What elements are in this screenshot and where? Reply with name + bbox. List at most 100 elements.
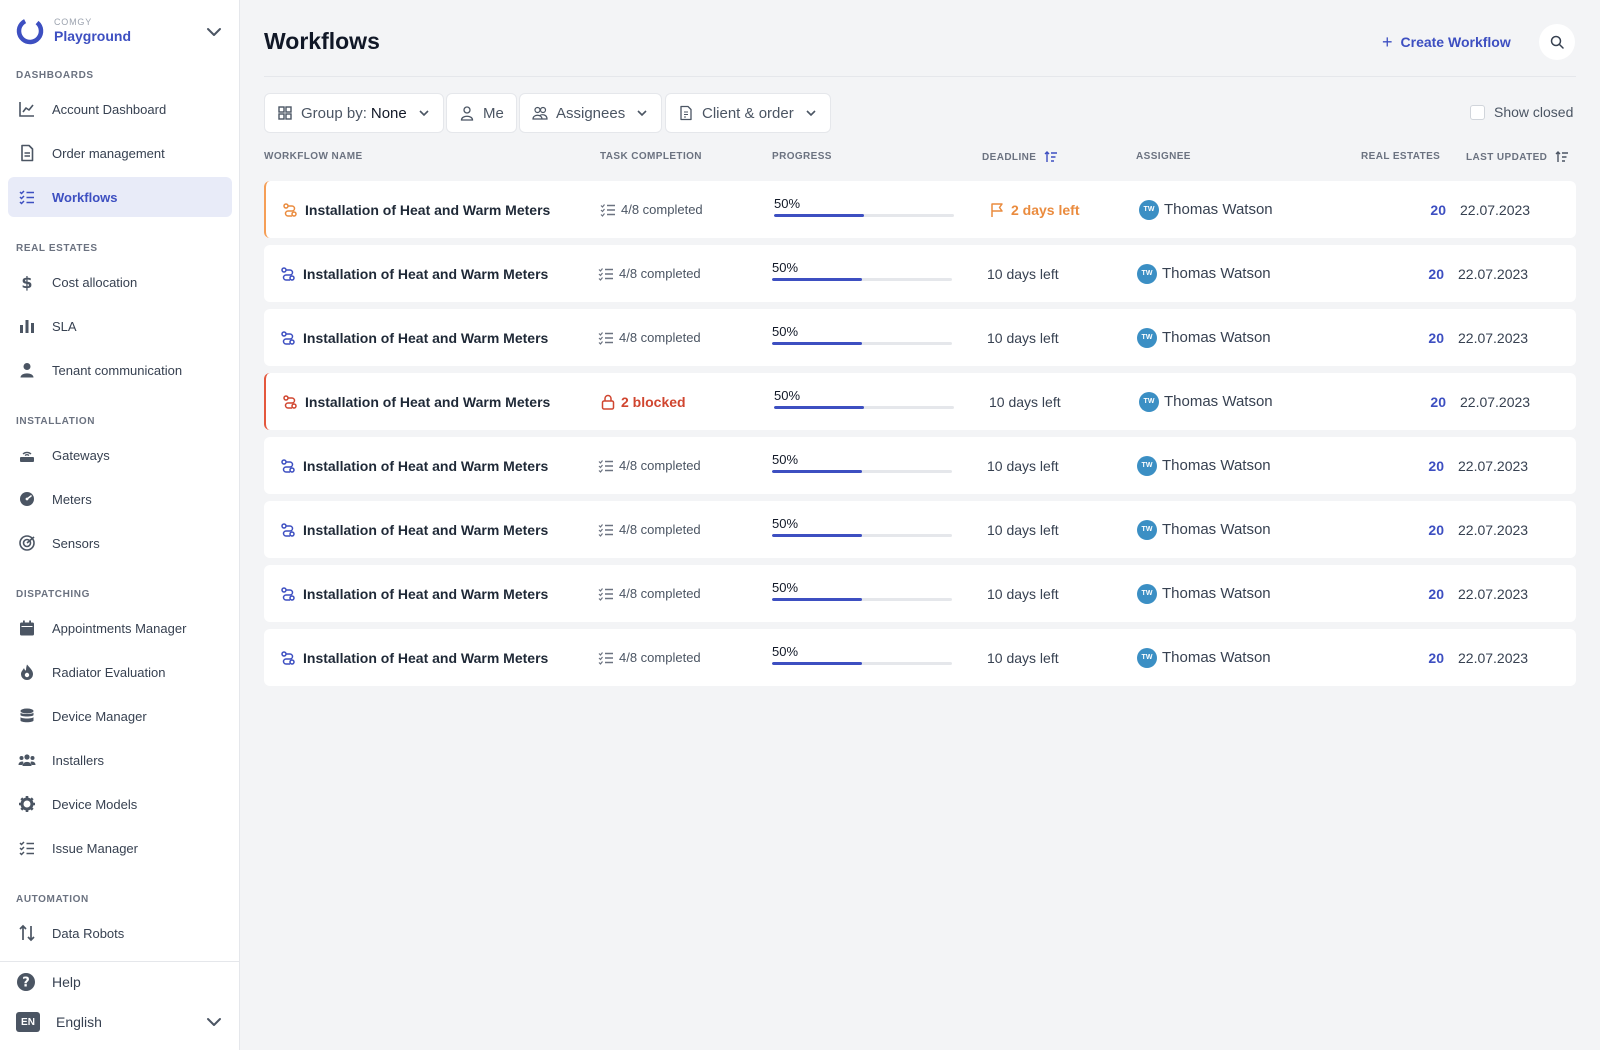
progress-fill — [772, 534, 862, 537]
sidebar-item-appointments-manager[interactable]: Appointments Manager — [8, 608, 232, 648]
assignees-dropdown[interactable]: Assignees — [519, 93, 663, 133]
group-by-dropdown[interactable]: Group by: None — [264, 93, 444, 133]
task-completion: 4/8 completed — [598, 437, 701, 494]
sidebar-item-sensors[interactable]: Sensors — [8, 523, 232, 563]
chevron-down-icon[interactable] — [204, 22, 224, 42]
workflow-name[interactable]: Installation of Heat and Warm Meters — [303, 565, 548, 622]
real-estates-count[interactable]: 20 — [1404, 565, 1444, 622]
sidebar-item-cost-allocation[interactable]: $ Cost allocation — [8, 262, 232, 302]
assignee[interactable]: TW Thomas Watson — [1137, 565, 1271, 622]
assignee[interactable]: TW Thomas Watson — [1137, 309, 1271, 366]
assignee[interactable]: TW Thomas Watson — [1137, 629, 1271, 686]
me-filter[interactable]: Me — [446, 93, 517, 133]
table-row[interactable]: Installation of Heat and Warm Meters 4/8 … — [264, 181, 1576, 238]
assignee[interactable]: TW Thomas Watson — [1137, 501, 1271, 558]
table-row[interactable]: Installation of Heat and Warm Meters 4/8 … — [264, 501, 1576, 558]
progress: 50% — [772, 629, 952, 686]
sidebar-item-gateways[interactable]: Gateways — [8, 435, 232, 475]
assignee[interactable]: TW Thomas Watson — [1139, 373, 1273, 430]
task-completion-text: 4/8 completed — [619, 458, 701, 473]
workflow-name[interactable]: Installation of Heat and Warm Meters — [303, 437, 548, 494]
workflow-name[interactable]: Installation of Heat and Warm Meters — [305, 373, 550, 430]
show-closed-label: Show closed — [1494, 104, 1574, 120]
sidebar-item-tenant-communication[interactable]: Tenant communication — [8, 350, 232, 390]
language-selector[interactable]: EN English — [16, 1010, 224, 1034]
sidebar-item-data-robots[interactable]: Data Robots — [8, 913, 232, 953]
workflow-name[interactable]: Installation of Heat and Warm Meters — [303, 245, 548, 302]
real-estates-count[interactable]: 20 — [1404, 437, 1444, 494]
sidebar-item-label: Sensors — [52, 535, 100, 551]
assignee[interactable]: TW Thomas Watson — [1137, 437, 1271, 494]
workflow-name[interactable]: Installation of Heat and Warm Meters — [305, 181, 550, 238]
table-row[interactable]: Installation of Heat and Warm Meters 4/8 … — [264, 437, 1576, 494]
real-estates-count[interactable]: 20 — [1404, 309, 1444, 366]
sort-icon[interactable] — [1044, 151, 1058, 163]
table-row[interactable]: Installation of Heat and Warm Meters 4/8 … — [264, 629, 1576, 686]
real-estates-count[interactable]: 20 — [1404, 245, 1444, 302]
sidebar-item-account-dashboard[interactable]: Account Dashboard — [8, 89, 232, 129]
real-estates-count[interactable]: 20 — [1406, 181, 1446, 238]
column-header-task-completion[interactable]: TASK COMPLETION — [600, 151, 702, 162]
sidebar-item-device-models[interactable]: Device Models — [8, 784, 232, 824]
show-closed-checkbox[interactable] — [1470, 104, 1485, 120]
assignee-name: Thomas Watson — [1162, 457, 1271, 474]
deadline-text: 10 days left — [989, 393, 1061, 410]
column-header-last-updated[interactable]: LAST UPDATED — [1466, 151, 1569, 163]
sidebar-item-installers[interactable]: Installers — [8, 740, 232, 780]
progress-percent: 50% — [772, 324, 799, 339]
workflow-name[interactable]: Installation of Heat and Warm Meters — [303, 501, 548, 558]
task-completion: 4/8 completed — [600, 181, 703, 238]
checklist-icon — [598, 331, 614, 345]
assignee[interactable]: TW Thomas Watson — [1137, 245, 1271, 302]
column-header-assignee[interactable]: ASSIGNEE — [1136, 151, 1191, 162]
group-icon — [18, 751, 36, 769]
chevron-down-icon — [417, 106, 431, 120]
create-workflow-button[interactable]: + Create Workflow — [1382, 30, 1511, 54]
last-updated: 22.07.2023 — [1458, 521, 1529, 538]
table-row[interactable]: Installation of Heat and Warm Meters 4/8 … — [264, 565, 1576, 622]
lock-icon — [600, 394, 616, 410]
table-row[interactable]: Installation of Heat and Warm Meters 2 bl… — [264, 373, 1576, 430]
sidebar-item-label: Appointments Manager — [52, 620, 187, 636]
chevron-down-icon — [804, 106, 818, 120]
table-row[interactable]: Installation of Heat and Warm Meters 4/8 … — [264, 245, 1576, 302]
assignee-name: Thomas Watson — [1164, 201, 1273, 218]
client-order-dropdown[interactable]: Client & order — [665, 93, 831, 133]
sidebar-item-issue-manager[interactable]: Issue Manager — [8, 828, 232, 868]
nav-section-dashboards: DASHBOARDS — [16, 70, 94, 81]
progress-track — [772, 470, 952, 473]
show-closed-toggle[interactable]: Show closed — [1470, 104, 1573, 120]
column-header-deadline[interactable]: DEADLINE — [982, 151, 1058, 163]
search-button[interactable] — [1539, 24, 1575, 60]
person-outline-icon — [459, 105, 475, 121]
real-estates-count[interactable]: 20 — [1404, 501, 1444, 558]
progress-track — [772, 278, 952, 281]
column-header-workflow-name[interactable]: WORKFLOW NAME — [264, 151, 363, 162]
table-row[interactable]: Installation of Heat and Warm Meters 4/8 … — [264, 309, 1576, 366]
task-completion: 4/8 completed — [598, 629, 701, 686]
sidebar-item-radiator-evaluation[interactable]: Radiator Evaluation — [8, 652, 232, 692]
sidebar-item-device-manager[interactable]: Device Manager — [8, 696, 232, 736]
sidebar-item-label: SLA — [52, 318, 77, 334]
last-updated: 22.07.2023 — [1458, 585, 1529, 602]
sort-icon[interactable] — [1555, 151, 1569, 163]
sidebar-item-meters[interactable]: Meters — [8, 479, 232, 519]
flame-icon — [18, 663, 36, 681]
column-header-label: PROGRESS — [772, 151, 832, 162]
column-header-progress[interactable]: PROGRESS — [772, 151, 832, 162]
workflow-name[interactable]: Installation of Heat and Warm Meters — [303, 309, 548, 366]
sidebar-item-sla[interactable]: SLA — [8, 306, 232, 346]
sidebar-item-workflows[interactable]: Workflows — [8, 177, 232, 217]
progress-track — [772, 598, 952, 601]
assignee[interactable]: TW Thomas Watson — [1139, 181, 1273, 238]
real-estates-count[interactable]: 20 — [1406, 373, 1446, 430]
assignee-name: Thomas Watson — [1164, 393, 1273, 410]
sidebar-item-order-management[interactable]: Order management — [8, 133, 232, 173]
chevron-down-icon[interactable] — [204, 1012, 224, 1032]
help-link[interactable]: ? Help — [16, 970, 81, 994]
workspace-switcher[interactable]: COMGY Playground — [16, 14, 224, 48]
real-estates-count[interactable]: 20 — [1404, 629, 1444, 686]
column-header-real-estates[interactable]: REAL ESTATES — [1361, 151, 1440, 162]
workflow-name[interactable]: Installation of Heat and Warm Meters — [303, 629, 548, 686]
assignee-name: Thomas Watson — [1162, 521, 1271, 538]
